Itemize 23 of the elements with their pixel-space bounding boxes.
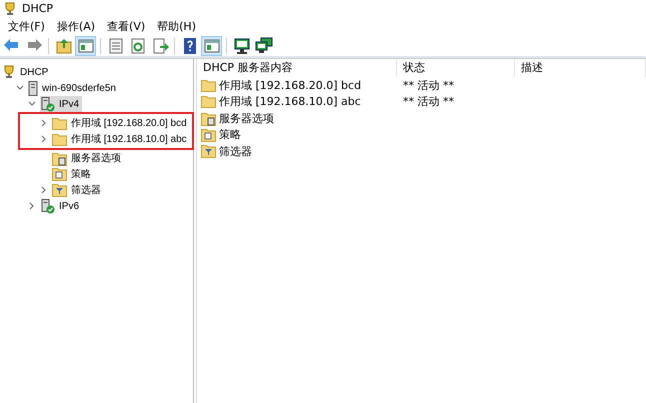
list-item[interactable]: 策略 [219, 127, 241, 142]
tree-item[interactable]: 筛选器 [71, 183, 101, 197]
list-item[interactable]: 筛选器 [219, 144, 252, 159]
tree-item[interactable]: 策略 [71, 167, 91, 181]
tree-item[interactable]: 作用域 [192.168.10.0] abc [71, 132, 187, 146]
list-item[interactable]: 服务器选项 [219, 110, 274, 126]
list-item[interactable]: 作用域 [192.168.10.0] abc [219, 94, 361, 110]
column-header[interactable]: DHCP 服务器内容 [197, 59, 397, 77]
status-text: ** 活动 ** [402, 94, 455, 110]
tree-item[interactable]: IPv6 [59, 200, 80, 212]
menu-item[interactable]: 文件(F) [2, 18, 51, 34]
menu-item[interactable]: 查看(V) [101, 18, 152, 34]
tree-item[interactable]: 服务器选项 [71, 151, 121, 165]
window-title: DHCP [22, 2, 54, 15]
column-header[interactable]: 状态 [397, 59, 515, 77]
status-text: ** 活动 ** [402, 78, 455, 93]
tree-item[interactable]: 作用域 [192.168.20.0] bcd [71, 116, 187, 130]
column-header[interactable]: 描述 [515, 59, 646, 77]
tree-item[interactable]: win-690sderfe5n [42, 82, 116, 94]
menu-item[interactable]: 操作(A) [50, 18, 102, 34]
list-item[interactable]: 作用域 [192.168.20.0] bcd [219, 78, 362, 93]
menu-item[interactable]: 帮助(H) [151, 18, 202, 34]
tree-item[interactable]: DHCP [20, 66, 48, 78]
